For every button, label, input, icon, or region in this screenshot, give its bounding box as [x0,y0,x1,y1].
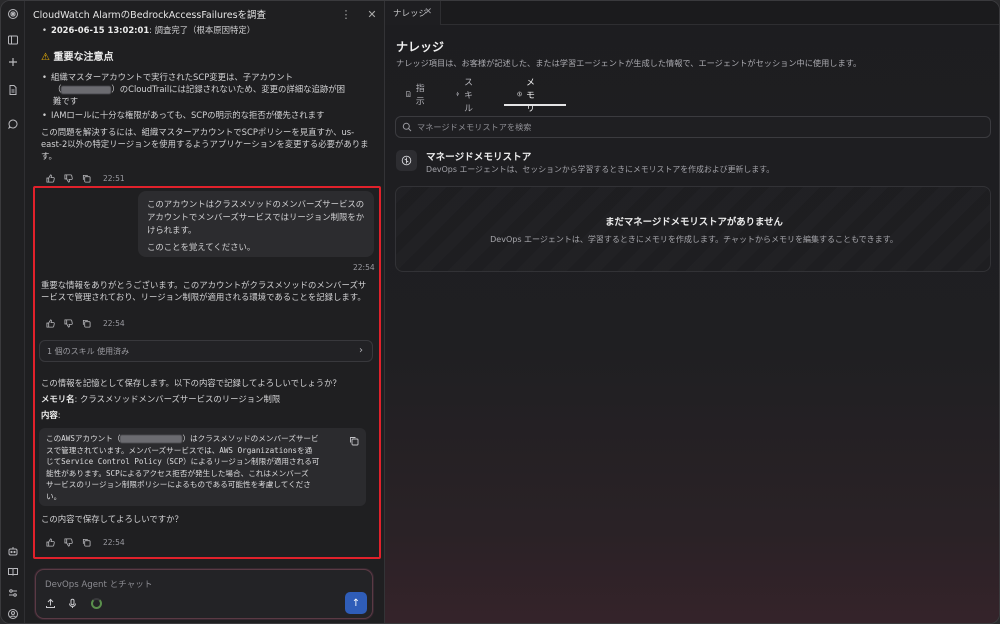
reply1-line2: ービスで管理されており、リージョン制限が適用される環境であることを記録します。 [41,292,366,302]
resolution-line3: す。 [41,151,57,161]
reply2-confirm: この内容で保存してよろしいですか？ [41,514,183,524]
memory-search-input[interactable] [417,122,977,132]
thumbs-down-icon[interactable] [64,538,73,547]
user-message-line3: けられます。 [147,225,197,235]
chat-input-placeholder[interactable]: DevOps Agent とチャット [45,578,152,590]
code-line-4: 能性があります。SCPによるアクセス拒否が発生した場合、これはメンバーズ [46,468,309,478]
tab-instructions[interactable]: 指示 [405,83,428,107]
tab-close-icon[interactable]: ✕ [424,7,432,17]
send-button[interactable]: ↑ [345,592,367,614]
code-line-3: じてService Control Policy（SCP）によるリージョン制限が… [46,457,320,467]
thumbs-up-icon[interactable] [46,174,55,183]
user-message-bubble: このアカウントはクラスメソッドのメンバーズサービスの アカウントでメンバーズサー… [138,191,374,257]
code-line-5: サービスのリージョン制限ポリシーによるものである可能性を考慮してくださ [46,480,311,490]
document-icon [406,90,411,98]
app-window: CloudWatch AlarmのBedrockAccessFailuresを調… [0,0,1000,624]
book-icon[interactable] [5,564,21,580]
chat-messages: 2026-06-15 13:02:01: 調査完了（根本原因特定） ⚠ 重要な注… [25,23,385,563]
reply2-question: この情報を記憶として保存します。以下の内容で記録してよろしいでしょうか？ [41,378,341,388]
brain-icon [401,155,412,166]
chevron-right-icon: › [359,345,363,356]
document-icon[interactable] [5,82,21,98]
app-logo-icon[interactable] [5,6,21,22]
empty-state-card: まだマネージドメモリストアがありません DevOps エージェントは、学習すると… [395,186,991,272]
feedback-row: 22:54 [46,538,125,547]
arrow-up-icon: ↑ [351,597,361,609]
tab-strip: ナレッジ ✕ [385,1,999,25]
resolution-line2: east-2以外の特定リージョンを使用するようアプリケーションを変更する必要があ… [41,139,369,149]
memory-store-icon-box [396,150,417,171]
chat-input-box[interactable]: DevOps Agent とチャット ↑ [35,569,373,619]
search-icon [402,122,412,132]
chat-panel: CloudWatch AlarmのBedrockAccessFailuresを調… [25,1,385,623]
copy-icon[interactable] [82,174,91,183]
feedback-row: 22:54 [46,319,125,328]
code-line-6: い。 [46,491,62,501]
tab-skills[interactable]: スキル [455,78,478,114]
sparkle-icon [456,91,460,97]
user-message-line2: アカウントでメンバーズサービスではリージョン制限をか [147,212,365,222]
left-rail [1,1,25,623]
memory-search-bar[interactable] [395,116,991,138]
message-time: 22:54 [103,319,125,328]
more-options-icon[interactable]: ⋮ [339,7,353,21]
thumbs-down-icon[interactable] [64,319,73,328]
close-icon[interactable]: ✕ [365,7,379,21]
code-line-2: スで管理されています。メンバーズサービスでは、AWS Organizations… [46,445,313,455]
user-message-line1: このアカウントはクラスメソッドのメンバーズサービスの [147,199,365,209]
content-label-line: 内容: [41,410,61,420]
tab-memory[interactable]: メモリ [517,78,540,114]
note-bullet-1-line3: 難です [53,96,79,106]
user-message-line4: このことを覚えてください。 [147,242,256,252]
brain-icon [517,91,522,97]
chat-title: CloudWatch AlarmのBedrockAccessFailuresを調… [33,10,267,21]
active-tab-indicator [504,104,566,106]
thumbs-up-icon[interactable] [46,319,55,328]
warning-icon: ⚠ [41,52,50,63]
tab-knowledge-label: ナレッジ [393,9,428,19]
message-time: 22:51 [103,174,125,183]
page-title: ナレッジ [396,40,445,54]
knowledge-panel: ナレッジ ✕ ナレッジ ナレッジ項目は、お客様が記述した、または学習エージェント… [385,1,999,623]
upload-icon[interactable] [45,598,56,609]
memory-name-line: メモリ名: クラスメソッドメンバーズサービスのリージョン制限 [41,394,281,404]
tab-knowledge[interactable]: ナレッジ ✕ [385,1,441,25]
empty-state-description: DevOps エージェントは、学習するときにメモリを作成します。チャットからメモ… [490,235,898,244]
warning-heading: ⚠ 重要な注意点 [41,52,114,63]
chat-bubble-icon[interactable] [5,116,21,132]
memory-content-block: このAWSアカウント（ ）はクラスメソッドのメンバーズサービ スで管理されています… [39,428,366,506]
memory-store-title: マネージドメモリストア [426,152,532,163]
page-description: ナレッジ項目は、お客様が記述した、または学習エージェントが生成した情報で、エージ… [396,58,862,68]
timeline-item: 2026-06-15 13:02:01: 調査完了（根本原因特定） [51,25,256,35]
copy-icon[interactable] [82,319,91,328]
code-line-1: このAWSアカウント（ ）はクラスメソッドのメンバーズサービ [46,434,319,443]
skills-used-label: 1 個のスキル 使用済み [47,346,130,356]
redacted-account-id [120,435,183,443]
settings-sliders-icon[interactable] [5,585,21,601]
copy-icon[interactable] [82,538,91,547]
user-message-time: 22:54 [353,263,375,272]
thumbs-down-icon[interactable] [64,174,73,183]
feedback-row: 22:51 [46,174,125,183]
empty-state-title: まだマネージドメモリストアがありません [605,217,783,228]
thumbs-up-icon[interactable] [46,538,55,547]
redacted-account-id [61,85,112,94]
skills-used-toggle[interactable]: 1 個のスキル 使用済み › [39,340,373,362]
loading-spinner-icon [91,598,102,609]
note-bullet-2: IAMロールに十分な権限があっても、SCPの明示的な拒否が優先されます [51,110,325,120]
new-chat-icon[interactable] [5,54,21,70]
microphone-icon[interactable] [67,598,78,609]
memory-store-description: DevOps エージェントは、セッションから学習するときにメモリストアを作成およ… [426,165,775,174]
message-time: 22:54 [103,538,125,547]
copy-code-icon[interactable] [349,436,359,446]
user-account-icon[interactable] [5,606,21,622]
sidebar-toggle-icon[interactable] [5,32,21,48]
note-bullet-1-line2: （）のCloudTrailには記録されないため、変更の詳細な追跡が困 [53,84,346,94]
robot-icon[interactable] [5,543,21,559]
